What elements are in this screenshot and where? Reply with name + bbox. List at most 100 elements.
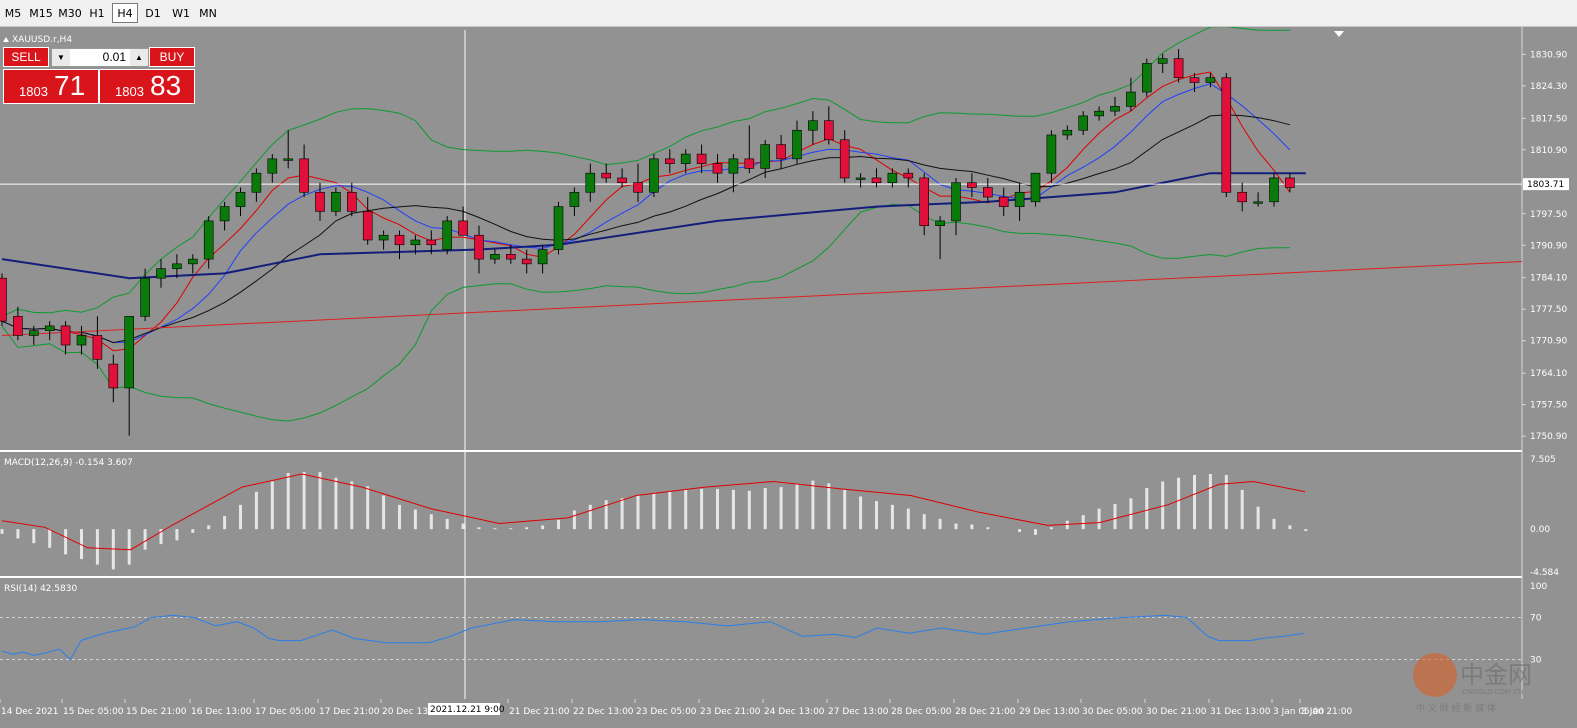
candle-bull [1157,58,1168,64]
candle-bear [601,172,612,179]
candle-bear [1173,58,1184,79]
lot-decrease-icon[interactable]: ▼ [52,49,70,66]
candle-bear [394,234,405,246]
candle-bull [28,330,39,336]
candle-bull [203,220,214,260]
candle-bear [0,277,7,322]
candle-bear [362,211,373,241]
timeframe-h4-button[interactable]: H4 [112,3,138,23]
candle-bull [680,153,691,164]
candle-bear [712,163,723,174]
price-tick-label: 1790.90 [1530,241,1567,251]
candle-bear [1221,77,1232,193]
price-tick-label: 1810.90 [1530,146,1567,156]
candle-bull [1126,91,1136,107]
candle-bull [1046,134,1057,174]
candle-bull [378,234,389,241]
candle-bull [1094,110,1104,117]
rsi-tick-label: 100 [1530,582,1547,592]
candle-bull [585,172,596,193]
timeframe-d1-button[interactable]: D1 [142,3,164,23]
candle-bull [792,129,802,160]
candle-bull [172,263,182,269]
candle-bear [998,196,1009,207]
time-tick-label: 21 Dec 21:00 [509,707,570,717]
ask-price-big: 83 [150,70,182,101]
time-tick-label: 17 Dec 05:00 [255,707,316,717]
buy-button[interactable]: BUY [149,47,195,67]
candle-bull [887,172,898,184]
rsi-label: RSI(14) 42.5830 [4,584,77,594]
candle-bear [60,325,71,346]
price-tick-label: 1750.90 [1530,432,1567,442]
timeframe-m30-button[interactable]: M30 [56,3,84,23]
price-tick-label: 1757.50 [1530,401,1567,411]
time-tick-label: 17 Dec 21:00 [319,707,380,717]
candle-bull [1110,106,1120,112]
candle-bear [903,172,914,179]
candle-bear [315,191,325,212]
candle-bull [219,206,230,222]
candle-bull [553,206,564,250]
candle-bull [935,220,945,226]
candle-bull [283,158,294,161]
price-tick-label: 1817.50 [1530,114,1567,124]
time-tick-label: 28 Dec 21:00 [955,707,1016,717]
time-tick-label: 15 Dec 21:00 [126,707,187,717]
candle-bull [855,177,866,180]
candle-bear [967,182,977,188]
macd-tick-label: 7.505 [1530,455,1556,465]
timeframe-mn-button[interactable]: MN [196,3,220,23]
candle-bear [696,153,707,164]
candle-bear [919,177,930,226]
timeframe-m5-button[interactable]: M5 [2,3,24,23]
candle-bear [982,187,993,198]
time-tick-label: 30 Dec 21:00 [1146,707,1207,717]
candle-bear [13,316,23,336]
candle-bear [617,177,627,184]
candle-bear [1285,177,1295,188]
sell-button[interactable]: SELL [3,47,49,67]
candle-bull [808,120,818,131]
time-tick-label: 14 Dec 2021 [1,707,59,717]
candle-bull [44,325,55,331]
watermark-logo-icon [1413,653,1457,697]
price-tick-label: 1764.10 [1530,369,1567,379]
one-click-trading-panel: SELL ▼ 0.01 ▲ BUY 1803 71 1803 83 [3,47,195,104]
time-tick-label: 15 Dec 05:00 [63,707,124,717]
ask-price-small: 1803 [115,84,144,99]
price-tick-label: 1797.50 [1530,210,1567,220]
bid-price-big: 71 [54,70,86,101]
candle-bull [124,316,134,389]
price-tick-label: 1824.30 [1530,82,1567,92]
time-tick-label: 23 Dec 05:00 [636,707,697,717]
bid-price-small: 1803 [19,84,48,99]
time-tick-label: 16 Dec 13:00 [191,707,252,717]
candle-bull [442,220,453,250]
time-tick-label: 24 Dec 13:00 [764,707,825,717]
candle-bull [569,191,580,207]
candle-bull [140,277,150,317]
timeframe-m15-button[interactable]: M15 [27,3,55,23]
candle-bear [823,120,834,141]
timeframe-h1-button[interactable]: H1 [86,3,108,23]
candle-bear [1189,77,1200,83]
candle-bull [1142,63,1152,93]
candle-bear [744,158,755,169]
bid-price-box[interactable]: 1803 71 [3,69,99,104]
candle-bear [776,144,786,160]
lot-increase-icon[interactable]: ▲ [130,49,148,66]
price-tick-label: 1784.10 [1530,274,1567,284]
candle-bear [521,258,532,265]
chart-canvas[interactable]: 7.5050.00-4.584 1007030 1830.901824.3018… [0,27,1577,728]
lot-size-input[interactable]: ▼ 0.01 ▲ [51,48,149,67]
ask-price-box[interactable]: 1803 83 [99,69,195,104]
timeframe-w1-button[interactable]: W1 [170,3,192,23]
candle-bear [505,254,516,260]
candle-bull [537,249,548,265]
watermark-brand: 中金网 [1460,661,1532,689]
lot-size-value[interactable]: 0.01 [72,50,126,64]
price-tick-label: 1770.90 [1530,337,1567,347]
candle-bull [251,172,262,193]
candle-bull [951,182,961,222]
